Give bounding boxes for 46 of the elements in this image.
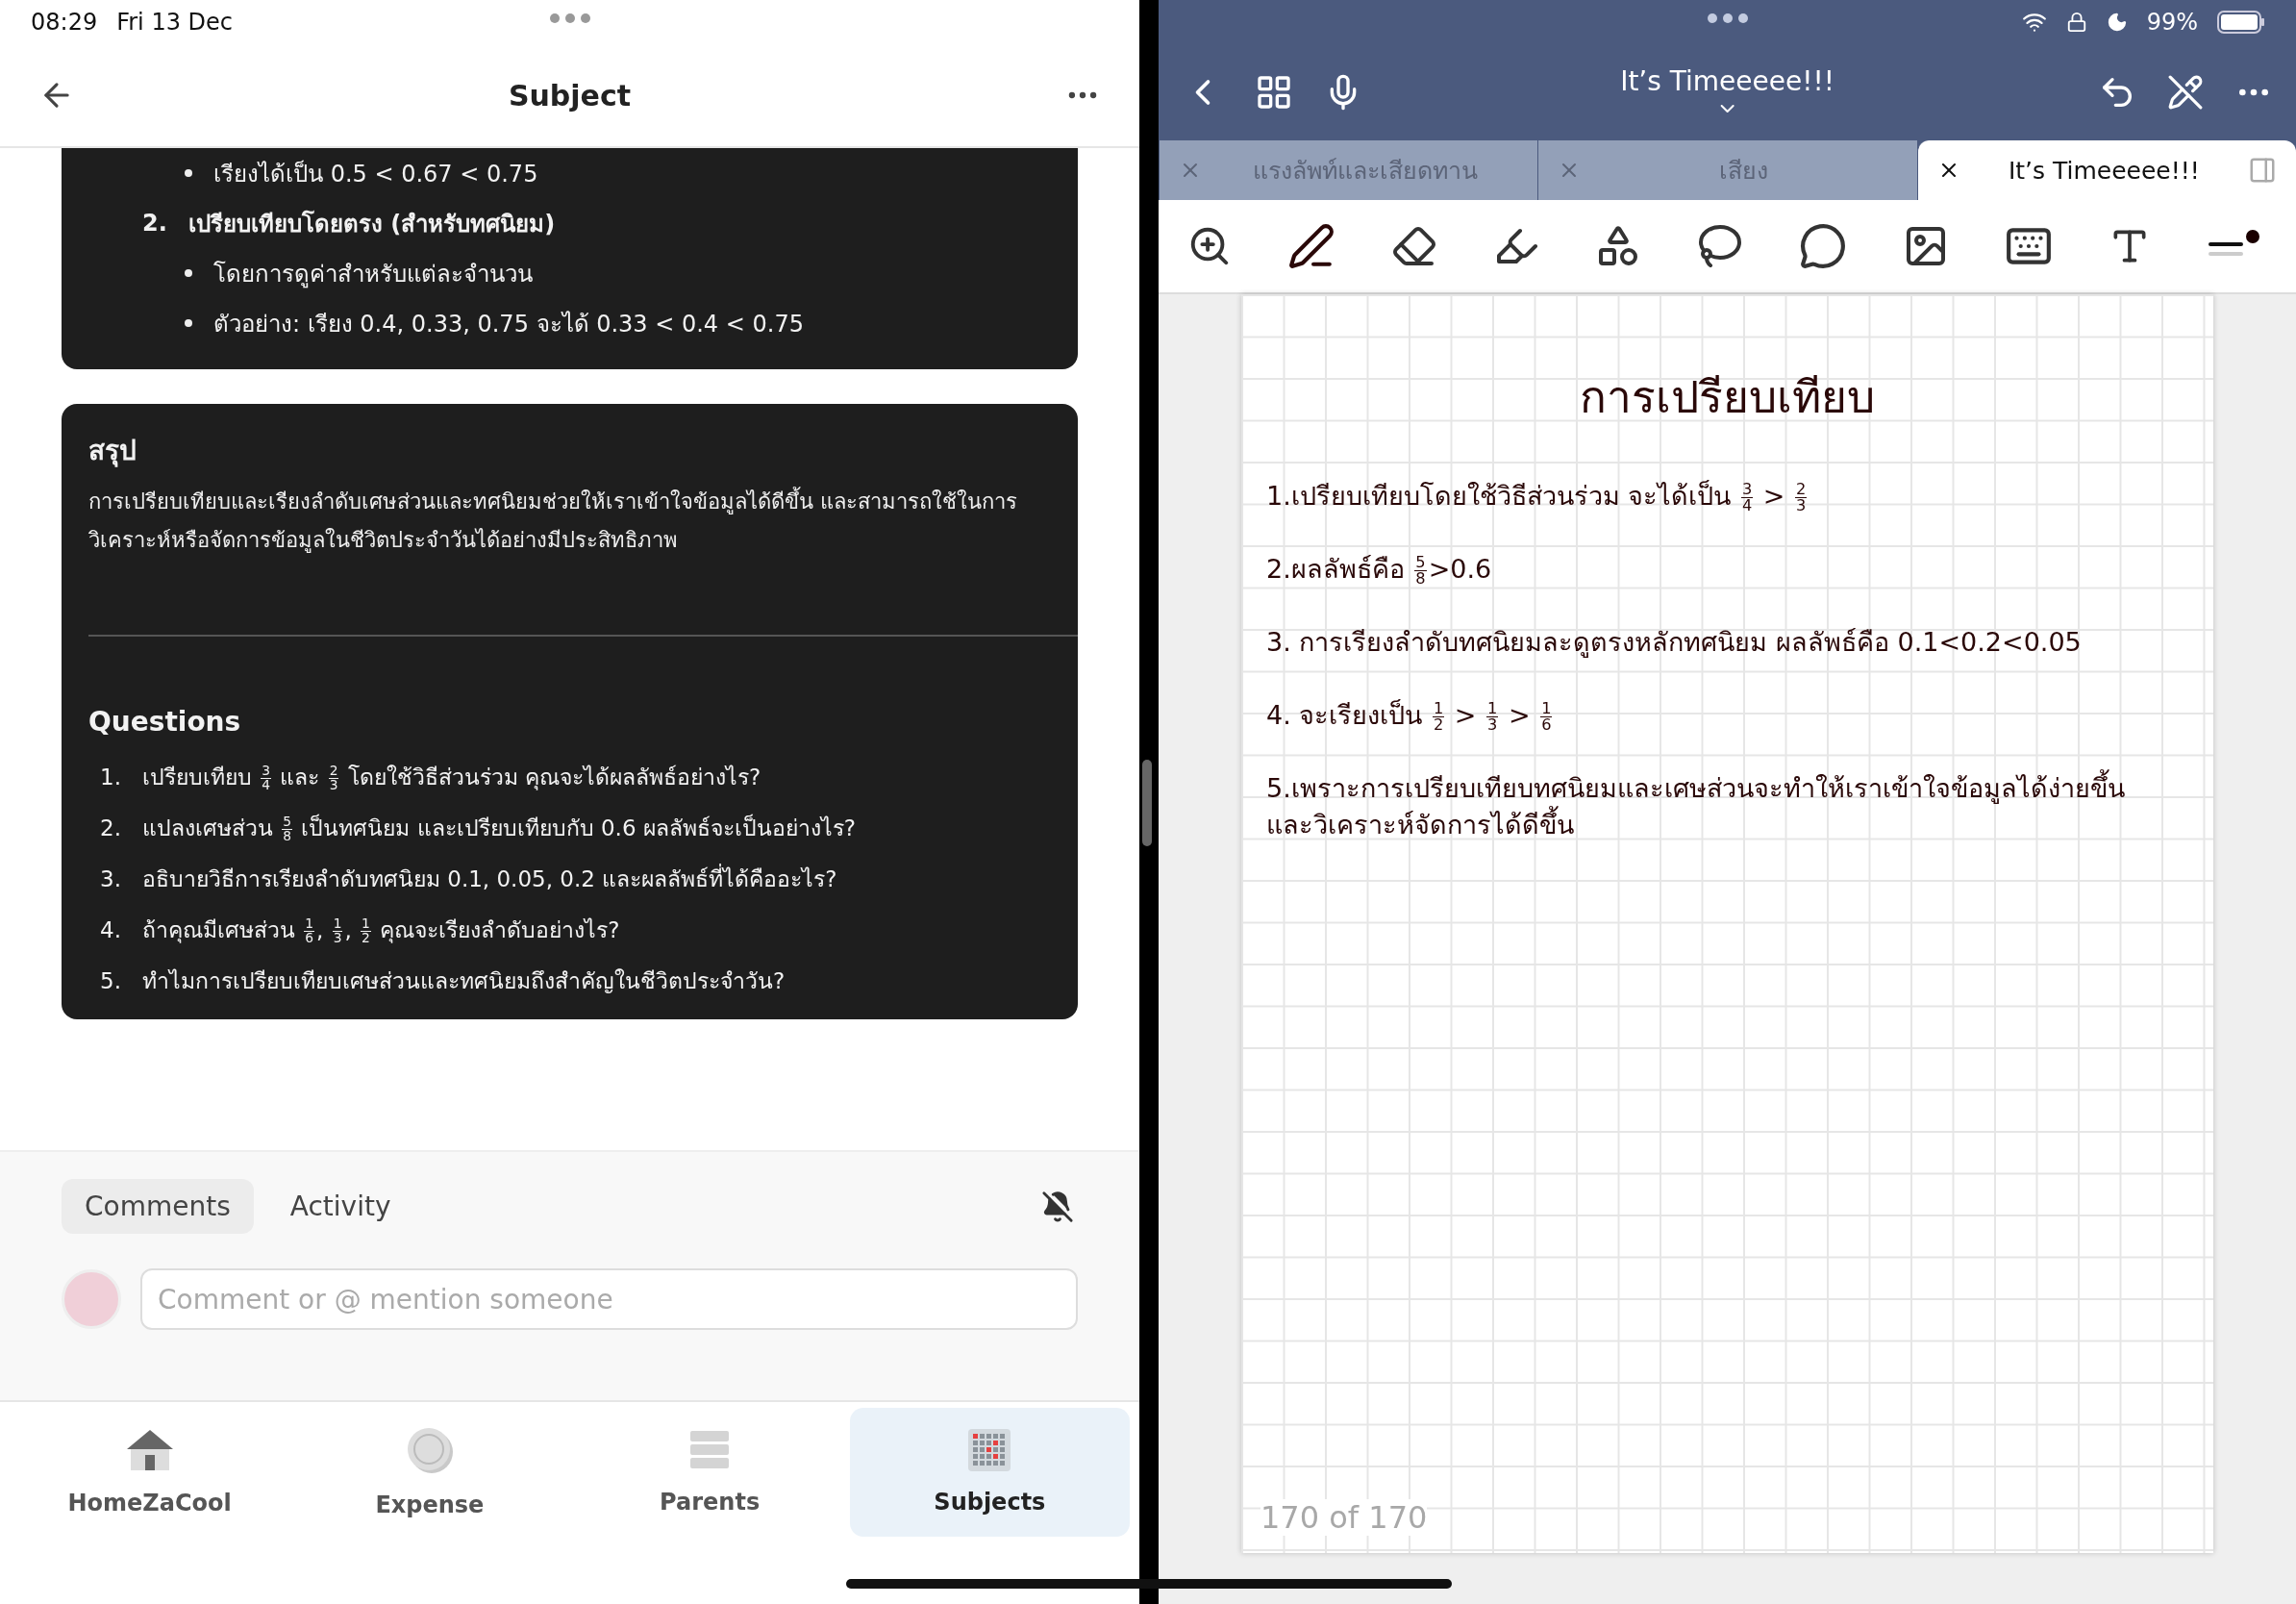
document-title[interactable]: It’s Timeeeee!!! (1620, 65, 1834, 97)
question-number: 3. (100, 865, 121, 891)
bullet-dot (185, 169, 192, 177)
battery-percentage: 99% (2146, 9, 2198, 36)
pen-icon[interactable] (1287, 222, 1335, 270)
list-item-text: ตัวอย่าง: เรียง 0.4, 0.33, 0.75 จะได้ 0.33 < 0.4 < 0.75 (213, 309, 804, 339)
comment-tab[interactable]: Comments (62, 1179, 254, 1234)
question-number: 1. (100, 764, 121, 789)
list-item-text: เปรียบเทียบโดยตรง (สำหรับทศนิยม) (187, 209, 556, 239)
tab-bar-item[interactable]: Expense (289, 1408, 570, 1537)
question-number: 4. (100, 916, 121, 942)
list-icon (690, 1429, 730, 1471)
status-date: Fri 13 Dec (116, 9, 233, 36)
handwritten-line: 5.เพราะการเปรียบเทียบทศนิยมและเศษส่วนจะทำให้เราเข้าใจข้อมูลได้ง่ายขึ้น และวิเคราะห์จัดการได้ดีขึ้น (1266, 770, 2170, 843)
page-title: Subject (508, 78, 632, 113)
question-number: 2. (100, 815, 121, 840)
list-number: 2. (142, 210, 167, 237)
tab-bar-item[interactable]: HomeZaCool (10, 1408, 290, 1537)
handwritten-line: 3. การเรียงลำดับทศนิยมละดูตรงหลักทศนิยม ผลลัพธ์คือ 0.1<0.2<0.05 (1266, 626, 2083, 660)
rotation-lock-icon (2065, 12, 2087, 33)
question-number: 5. (100, 967, 121, 993)
comment-tab[interactable]: Activity (266, 1179, 414, 1234)
question-text: อธิบายวิธีการเรียงลำดับทศนิยม 0.1, 0.05, 0.2 และผลลัพธ์ที่ได้คืออะไร? (141, 863, 837, 893)
summary-heading: สรุป (88, 434, 137, 469)
multitasking-dots-icon[interactable] (549, 13, 590, 23)
questions-heading: Questions (88, 706, 242, 738)
moon-icon (2106, 12, 2128, 33)
multitasking-dots-icon[interactable] (1707, 13, 1748, 23)
bullet-dot (185, 269, 192, 277)
tab-bar-item[interactable]: Parents (569, 1408, 850, 1537)
battery-icon (2217, 11, 2265, 34)
lasso-icon[interactable] (1697, 223, 1743, 269)
comment-field[interactable]: Comment or @ mention someone (140, 1268, 1078, 1330)
list-item-text: โดยการดูค่าสำหรับแต่ละจำนวน (213, 259, 533, 290)
page-indicator: 170 of 170 (1260, 1499, 1428, 1536)
tab-bar-item[interactable]: Subjects (849, 1408, 1130, 1537)
question-text: ทำไมการเปรียบเทียบเศษส่วนและทศนิยมถึงสำคัญในชีวิตประจำวัน? (141, 966, 786, 995)
document-tab[interactable]: It’s Timeeeee!!! (1916, 140, 2296, 200)
status-time: 08:29 (31, 9, 98, 36)
summary-text: การเปรียบเทียบและเรียงลำดับเศษส่วนและทศนิยมช่วยให้เราเข้าใจข้อมูลได้ดีขึ้น และสามารถใช้ในการวิเคราะห์หรือจัดการข้อมูลในชีวิตประจำวันได้อย่างมีประสิทธิภาพ (88, 483, 1051, 560)
list-item-text: เรียงได้เป็น 0.5 < 0.67 < 0.75 (213, 159, 538, 189)
split-view-handle[interactable] (1142, 760, 1152, 846)
handwritten-title: การเปรียบเทียบ (1579, 370, 1876, 425)
coin-icon (405, 1426, 454, 1474)
bullet-dot (185, 319, 192, 327)
calendar-grid-icon (968, 1429, 1011, 1471)
